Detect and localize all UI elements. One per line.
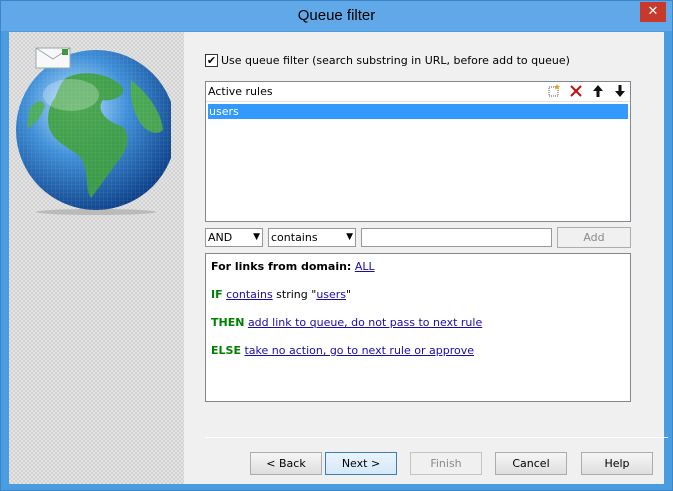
if-line: IF contains string "users"	[211, 288, 351, 301]
chevron-down-icon: ▼	[346, 232, 353, 242]
else-keyword: ELSE	[211, 344, 241, 357]
rule-description: For links from domain: ALL IF contains s…	[205, 253, 631, 402]
match-type-value: contains	[271, 231, 318, 244]
envelope-icon	[35, 46, 73, 73]
next-button[interactable]: Next >	[325, 452, 397, 475]
use-queue-filter-label[interactable]: Use queue filter (search substring in UR…	[221, 54, 570, 67]
cancel-button[interactable]: Cancel	[495, 452, 567, 475]
else-line: ELSE take no action, go to next rule or …	[211, 344, 474, 357]
if-string-label: string "	[276, 288, 317, 301]
rules-header: Active rules	[206, 82, 630, 102]
dialog-window: Queue filter ✕ ✔ Use queue filter (searc…	[0, 0, 673, 491]
chevron-down-icon: ▼	[253, 232, 260, 242]
rule-text-input[interactable]	[361, 228, 552, 247]
logic-operator-select[interactable]: AND ▼	[205, 228, 263, 247]
rules-title: Active rules	[208, 85, 273, 98]
close-button[interactable]: ✕	[640, 2, 666, 22]
delete-icon[interactable]	[568, 84, 584, 100]
if-condition-link[interactable]: contains	[226, 288, 273, 301]
new-rule-icon[interactable]	[546, 84, 562, 100]
active-rules-list[interactable]: Active rules users	[205, 81, 631, 222]
add-button[interactable]: Add	[557, 227, 631, 248]
match-type-select[interactable]: contains ▼	[268, 228, 356, 247]
side-panel	[9, 32, 184, 484]
arrow-up-icon[interactable]	[590, 84, 606, 100]
if-keyword: IF	[211, 288, 223, 301]
finish-button[interactable]: Finish	[410, 452, 482, 475]
window-title: Queue filter	[297, 7, 376, 24]
title-bar[interactable]: Queue filter ✕	[1, 1, 672, 31]
for-links-label: For links from domain:	[211, 260, 352, 273]
else-action-link[interactable]: take no action, go to next rule or appro…	[244, 344, 474, 357]
use-queue-filter-row[interactable]: ✔ Use queue filter (search substring in …	[205, 54, 570, 67]
if-close-quote: "	[346, 288, 352, 301]
then-action-link[interactable]: add link to queue, do not pass to next r…	[248, 316, 482, 329]
use-queue-filter-checkbox[interactable]: ✔	[205, 54, 218, 67]
logic-operator-value: AND	[208, 231, 233, 244]
if-value-link[interactable]: users	[316, 288, 346, 301]
arrow-down-icon[interactable]	[612, 84, 628, 100]
then-keyword: THEN	[211, 316, 245, 329]
help-button[interactable]: Help	[581, 452, 653, 475]
domain-line: For links from domain: ALL	[211, 260, 375, 273]
domain-link[interactable]: ALL	[355, 260, 375, 273]
rule-item-users[interactable]: users	[208, 104, 628, 119]
back-button[interactable]: < Back	[250, 452, 322, 475]
then-line: THEN add link to queue, do not pass to n…	[211, 316, 482, 329]
button-separator	[205, 437, 668, 438]
dialog-body: ✔ Use queue filter (search substring in …	[9, 32, 668, 484]
